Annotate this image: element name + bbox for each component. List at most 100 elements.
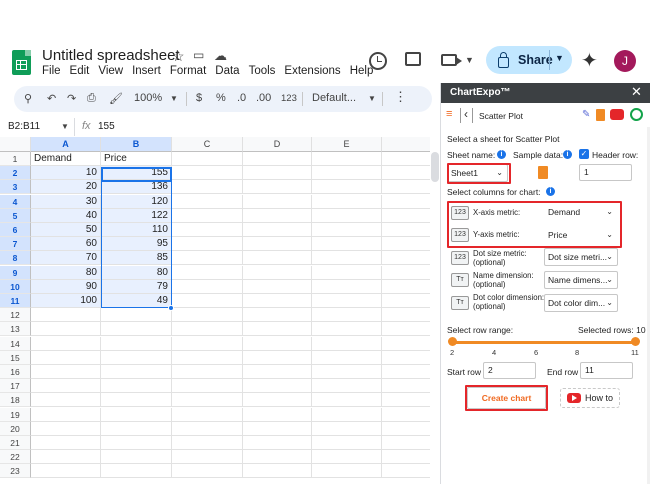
grid-cell[interactable] [243,322,312,337]
percent-format-button[interactable]: % [216,92,226,104]
print-icon[interactable]: ⎙ [87,92,96,105]
demand-cell[interactable]: 80 [31,265,101,280]
grid-cell[interactable] [312,237,382,252]
end-row-input[interactable]: 11 [580,362,633,379]
grid-cell[interactable] [172,421,243,436]
y-axis-metric-select[interactable]: Price ⌄ [544,226,618,244]
grid-cell[interactable] [382,195,430,209]
grid-cell[interactable] [172,223,243,237]
grid-cell[interactable] [382,308,430,323]
sheet-name-select[interactable]: Sheet1 ⌄ [447,164,508,182]
grid-cell[interactable] [31,393,101,408]
row-header[interactable]: 7 [0,237,31,252]
grid-cell[interactable] [101,350,172,365]
grid-cell[interactable] [312,436,382,450]
price-cell[interactable]: 122 [101,208,172,223]
grid-cell[interactable] [172,308,243,323]
menu-file[interactable]: File [42,65,61,77]
grid-cell[interactable] [382,294,430,308]
select-all-corner[interactable] [0,137,31,152]
column-header-e[interactable]: E [312,137,382,152]
grid-cell[interactable] [243,336,312,351]
row-header[interactable]: 10 [0,279,31,294]
grid-cell[interactable] [172,237,243,252]
row-header[interactable]: 12 [0,308,31,323]
grid-cell[interactable] [172,208,243,223]
row-header[interactable]: 23 [0,464,31,479]
grid-cell[interactable] [312,336,382,351]
row-header[interactable]: 6 [0,223,31,237]
column-header-d[interactable]: D [243,137,312,152]
grid-cell[interactable] [31,365,101,379]
header-cell[interactable]: Demand [31,152,101,166]
document-icon[interactable] [596,109,605,121]
start-row-input[interactable]: 2 [483,362,536,379]
grid-cell[interactable] [382,280,430,294]
row-header[interactable]: 16 [0,365,31,379]
row-header[interactable]: 4 [0,194,31,209]
search-menus-icon[interactable]: ⚲ [24,92,32,105]
grid-cell[interactable] [101,393,172,408]
grid-cell[interactable] [382,422,430,436]
grid-cell[interactable] [312,365,382,379]
grid-cell[interactable] [312,294,382,308]
grid-cell[interactable] [312,407,382,422]
grid-cell[interactable] [312,279,382,294]
grid-cell[interactable] [243,251,312,266]
price-cell[interactable]: 155 [101,166,172,181]
notification-bell-icon[interactable] [630,108,643,121]
menu-edit[interactable]: Edit [70,65,90,77]
document-title[interactable]: Untitled spreadsheet [42,47,180,64]
grid-cell[interactable] [101,407,172,422]
price-cell[interactable]: 136 [101,180,172,195]
grid-cell[interactable] [312,322,382,337]
grid-cell[interactable] [31,407,101,422]
row-header[interactable]: 2 [0,166,31,181]
grid-cell[interactable] [101,336,172,351]
fill-handle[interactable] [168,305,174,311]
column-header-a[interactable]: A [31,137,101,152]
undo-icon[interactable]: ↶ [47,92,56,105]
menu-extensions[interactable]: Extensions [284,65,340,77]
grid-cell[interactable] [382,436,430,450]
grid-cell[interactable] [382,450,430,465]
grid-cell[interactable] [101,436,172,450]
price-cell[interactable]: 49 [101,294,172,308]
info-icon[interactable]: i [497,150,506,159]
grid-cell[interactable] [312,350,382,365]
grid-cell[interactable] [101,379,172,394]
back-chevron-icon[interactable]: ‹ [464,107,468,121]
grid-cell[interactable] [172,436,243,450]
grid-cell[interactable] [382,322,430,337]
grid-cell[interactable] [312,265,382,280]
info-icon[interactable]: i [563,150,572,159]
grid-cell[interactable] [31,322,101,337]
demand-cell[interactable]: 100 [31,294,101,308]
grid-cell[interactable] [172,166,243,181]
row-header[interactable]: 13 [0,322,31,337]
hamburger-menu-icon[interactable]: ≡ [446,109,456,120]
redo-icon[interactable]: ↷ [67,92,76,105]
name-box[interactable]: B2:B11 [8,121,40,132]
demand-cell[interactable]: 60 [31,237,101,252]
grid-cell[interactable] [312,180,382,195]
grid-cell[interactable] [172,279,243,294]
create-chart-button[interactable]: Create chart [467,387,546,409]
grid-cell[interactable] [243,208,312,223]
row-header[interactable]: 17 [0,379,31,394]
grid-cell[interactable] [312,393,382,408]
x-axis-metric-select[interactable]: Demand ⌄ [544,203,618,221]
menu-format[interactable]: Format [170,65,206,77]
price-cell[interactable]: 95 [101,237,172,252]
grid-cell[interactable] [243,180,312,195]
grid-cell[interactable] [31,436,101,450]
grid-cell[interactable] [31,464,101,479]
row-header[interactable]: 22 [0,450,31,465]
gemini-sparkle-icon[interactable]: ✦ [581,48,598,73]
grid-cell[interactable] [312,208,382,223]
account-avatar[interactable]: J [614,50,636,72]
grid-cell[interactable] [101,450,172,465]
row-header[interactable]: 8 [0,251,31,266]
grid-cell[interactable] [172,180,243,195]
grid-cell[interactable] [101,421,172,436]
